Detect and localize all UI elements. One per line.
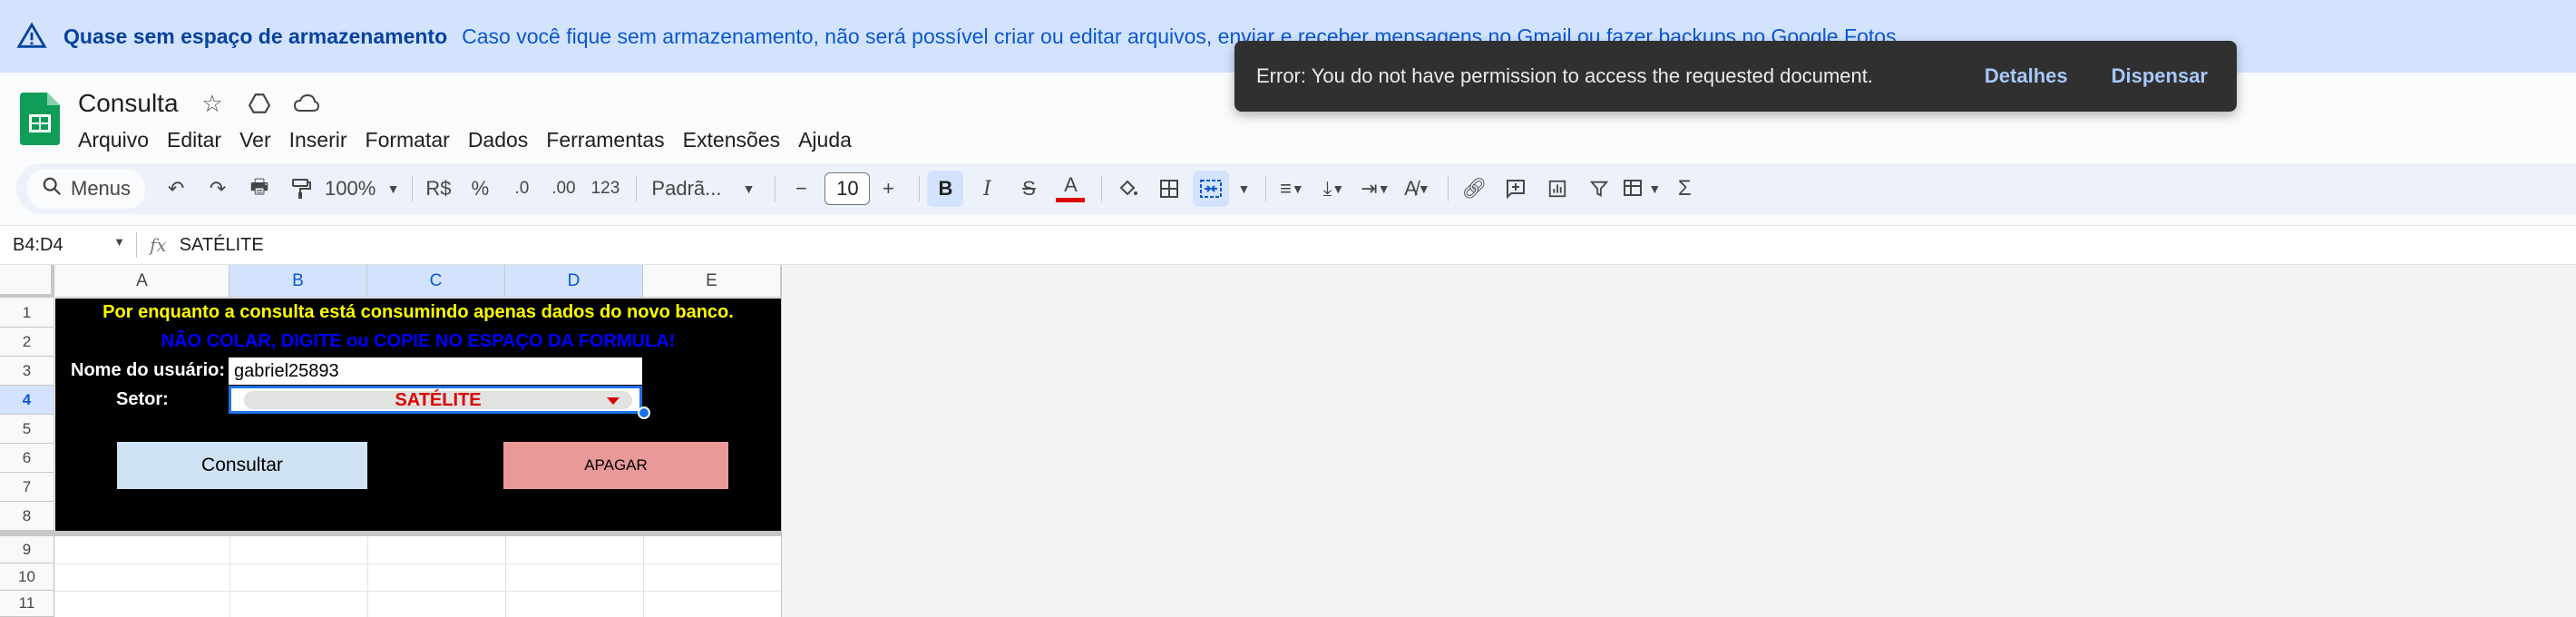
dropdown-arrow-icon[interactable] bbox=[607, 397, 620, 405]
row-header-6[interactable]: 6 bbox=[0, 444, 54, 473]
filter-views-icon[interactable]: ▼ bbox=[1623, 171, 1661, 207]
row-header-9[interactable]: 9 bbox=[0, 536, 54, 563]
fill-color-icon[interactable] bbox=[1109, 171, 1146, 207]
user-input-cell[interactable]: gabriel25893 bbox=[229, 357, 642, 385]
row-header-10[interactable]: 10 bbox=[0, 563, 54, 591]
paint-format-icon[interactable] bbox=[283, 171, 319, 207]
borders-icon[interactable] bbox=[1151, 171, 1187, 207]
menu-formatar[interactable]: Formatar bbox=[366, 122, 468, 158]
menu-editar[interactable]: Editar bbox=[167, 122, 239, 158]
insert-link-icon[interactable]: 🔗︎ bbox=[1456, 171, 1492, 207]
strikethrough-icon[interactable]: S bbox=[1010, 171, 1047, 207]
user-label: Nome do usuário: bbox=[71, 360, 226, 380]
menu-bar: Arquivo Editar Ver Inserir Formatar Dado… bbox=[78, 122, 870, 158]
document-title[interactable]: Consulta bbox=[78, 89, 179, 118]
menu-ver[interactable]: Ver bbox=[239, 122, 289, 158]
name-box-value: B4:D4 bbox=[13, 234, 63, 255]
notice-line-1: Por enquanto a consulta está consumindo … bbox=[102, 302, 734, 322]
sheets-logo-icon[interactable] bbox=[20, 93, 60, 145]
sector-label: Setor: bbox=[116, 389, 169, 409]
column-header-c[interactable]: C bbox=[367, 265, 505, 298]
row-header-4[interactable]: 4 bbox=[0, 386, 54, 415]
fill-handle[interactable] bbox=[638, 406, 650, 419]
bold-icon[interactable]: B bbox=[927, 171, 964, 207]
increase-font-size-icon[interactable]: + bbox=[870, 171, 906, 207]
zoom-value: 100% bbox=[325, 177, 376, 200]
formula-input[interactable]: SATÉLITE bbox=[180, 235, 264, 256]
row-header-7[interactable]: 7 bbox=[0, 473, 54, 502]
search-icon bbox=[42, 176, 62, 201]
menu-inserir[interactable]: Inserir bbox=[289, 122, 366, 158]
name-box[interactable]: B4:D4 ▼ bbox=[0, 235, 136, 256]
warning-icon bbox=[16, 22, 47, 48]
zoom-select[interactable]: 100% ▼ bbox=[325, 171, 399, 207]
print-icon[interactable]: 🖶 bbox=[241, 171, 278, 207]
star-icon[interactable]: ☆ bbox=[198, 89, 227, 118]
row-header-8[interactable]: 8 bbox=[0, 502, 54, 531]
chevron-down-icon: ▼ bbox=[113, 234, 125, 249]
menu-arquivo[interactable]: Arquivo bbox=[78, 122, 167, 158]
cells-below-freeze[interactable] bbox=[55, 536, 781, 617]
menu-extensoes[interactable]: Extensões bbox=[683, 122, 798, 158]
details-button[interactable]: Detalhes bbox=[1985, 64, 2068, 88]
sector-value: SATÉLITE bbox=[395, 390, 482, 410]
percent-format-button[interactable]: % bbox=[462, 171, 498, 207]
toast-message: Error: You do not have permission to acc… bbox=[1256, 64, 1873, 87]
row-header-3[interactable]: 3 bbox=[0, 357, 54, 386]
font-size-input[interactable]: 10 bbox=[825, 172, 871, 205]
search-menus-label: Menus bbox=[71, 177, 132, 200]
font-value: Padrã... bbox=[651, 177, 722, 200]
text-rotation-icon[interactable]: A̸ ▼ bbox=[1399, 171, 1435, 207]
row-header-11[interactable]: 11 bbox=[0, 591, 54, 617]
toolbar: Menus ↶ ↷ 🖶 100% ▼ R$ % .0 .00 123 Padrã… bbox=[16, 163, 2576, 214]
currency-format-button[interactable]: R$ bbox=[420, 171, 456, 207]
apagar-button[interactable]: APAGAR bbox=[503, 442, 728, 489]
increase-decimal-button[interactable]: .00 bbox=[545, 171, 581, 207]
italic-icon[interactable]: I bbox=[969, 171, 1005, 207]
column-header-a[interactable]: A bbox=[55, 265, 229, 298]
chevron-down-icon: ▼ bbox=[386, 181, 400, 196]
number-format-button[interactable]: 123 bbox=[587, 171, 623, 207]
row-header-5[interactable]: 5 bbox=[0, 415, 54, 444]
filter-icon[interactable] bbox=[1581, 171, 1617, 207]
error-toast: Error: You do not have permission to acc… bbox=[1234, 41, 2237, 112]
search-menus[interactable]: Menus bbox=[27, 169, 146, 209]
sector-chip[interactable]: SATÉLITE bbox=[244, 391, 632, 409]
menu-ferramentas[interactable]: Ferramentas bbox=[546, 122, 682, 158]
notice-line-2: NÃO COLAR, DIGITE ou COPIE NO ESPAÇO DA … bbox=[161, 331, 676, 351]
select-all-corner[interactable] bbox=[0, 265, 54, 298]
move-to-drive-icon[interactable] bbox=[245, 89, 274, 118]
vertical-align-icon[interactable]: ⤓ ▼ bbox=[1315, 171, 1351, 207]
formula-bar: B4:D4 ▼ fx SATÉLITE bbox=[0, 225, 2576, 265]
insert-comment-icon[interactable] bbox=[1498, 171, 1534, 207]
decrease-decimal-button[interactable]: .0 bbox=[503, 171, 540, 207]
column-header-b[interactable]: B bbox=[229, 265, 367, 298]
menu-dados[interactable]: Dados bbox=[468, 122, 546, 158]
fx-icon: fx bbox=[150, 234, 167, 256]
functions-icon[interactable]: Σ bbox=[1666, 171, 1703, 207]
row-header-1[interactable]: 1 bbox=[0, 299, 54, 328]
decrease-font-size-icon[interactable]: − bbox=[783, 171, 819, 207]
cloud-status-icon[interactable] bbox=[292, 89, 321, 118]
text-color-icon[interactable]: A bbox=[1052, 171, 1088, 207]
merge-cells-icon[interactable] bbox=[1193, 171, 1230, 207]
dismiss-button[interactable]: Dispensar bbox=[2112, 64, 2208, 88]
consultar-button[interactable]: Consultar bbox=[117, 442, 367, 489]
text-wrapping-icon[interactable]: ⇥ ▼ bbox=[1357, 171, 1393, 207]
undo-icon[interactable]: ↶ bbox=[158, 171, 194, 207]
redo-icon[interactable]: ↷ bbox=[200, 171, 236, 207]
menu-ajuda[interactable]: Ajuda bbox=[798, 122, 870, 158]
sector-dropdown-cell[interactable]: SATÉLITE bbox=[229, 386, 642, 414]
column-header-e[interactable]: E bbox=[643, 265, 781, 298]
column-header-d[interactable]: D bbox=[505, 265, 643, 298]
row-header-2[interactable]: 2 bbox=[0, 328, 54, 357]
font-select[interactable]: Padrã... ▼ bbox=[644, 171, 762, 207]
insert-chart-icon[interactable] bbox=[1539, 171, 1576, 207]
banner-title: Quase sem espaço de armazenamento bbox=[63, 24, 448, 48]
horizontal-align-icon[interactable]: ≡ ▼ bbox=[1273, 171, 1310, 207]
chevron-down-icon[interactable]: ▼ bbox=[1234, 171, 1253, 207]
chevron-down-icon: ▼ bbox=[742, 181, 756, 196]
